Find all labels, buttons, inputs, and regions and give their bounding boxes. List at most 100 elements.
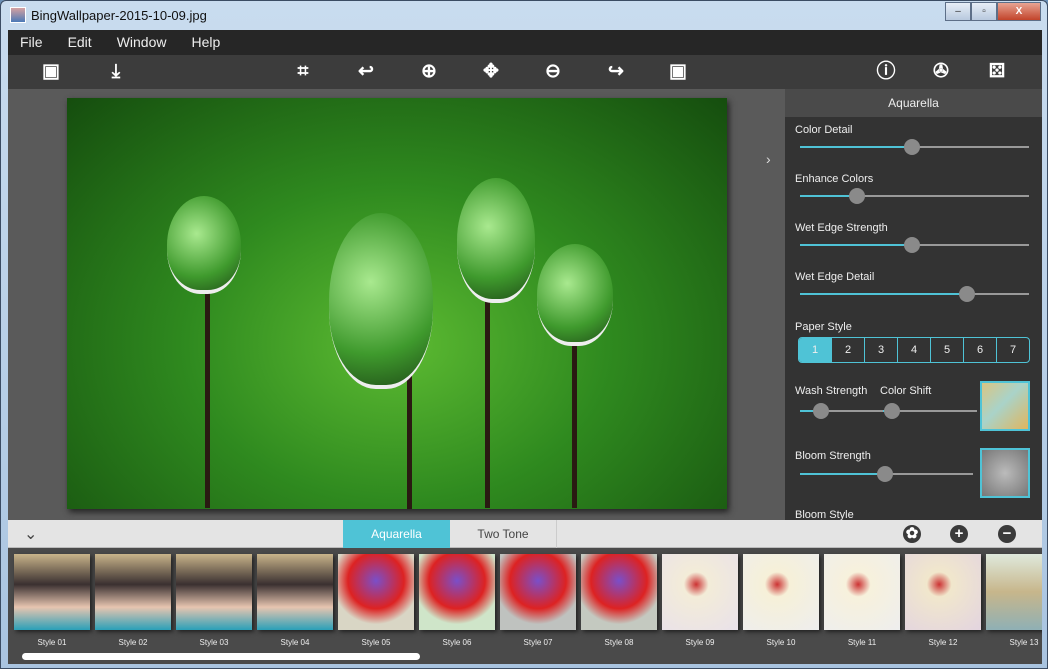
styles-bar: ⌄ Aquarella Two Tone ✿ + −	[8, 520, 1042, 548]
menu-window[interactable]: Window	[117, 30, 167, 55]
bloom-strength-slider[interactable]	[800, 466, 973, 482]
thumbnail-scrollbar[interactable]	[22, 653, 420, 660]
style-thumbnail[interactable]	[419, 554, 495, 630]
open-image-icon[interactable]: ▣	[38, 59, 64, 85]
palette-button[interactable]: ✿	[903, 525, 921, 543]
style-thumbnail[interactable]	[986, 554, 1042, 630]
menu-help[interactable]: Help	[191, 30, 220, 55]
style-thumbnail-label: Style 12	[928, 638, 958, 647]
window-title: BingWallpaper-2015-10-09.jpg	[31, 8, 207, 23]
settings-panel: Aquarella Color Detail Enhance Colors Wet …	[785, 89, 1042, 521]
paper-style-option[interactable]: 3	[864, 338, 897, 362]
maximize-button[interactable]: ▫	[971, 2, 997, 21]
zoom-out-icon[interactable]: ⊖	[540, 59, 566, 85]
paper-style-option[interactable]: 2	[831, 338, 864, 362]
menu-file[interactable]: File	[20, 30, 43, 55]
style-thumbnail[interactable]	[257, 554, 333, 630]
collapse-icon[interactable]: ⌄	[24, 524, 37, 544]
minimize-button[interactable]: ‒	[945, 2, 971, 21]
slider-handle[interactable]	[904, 139, 921, 155]
style-thumbnail[interactable]	[743, 554, 819, 630]
style-thumbnail-label: Style 06	[442, 638, 472, 647]
style-thumbnails: Style 01 Style 02 Style 03 Style 04 Style 05…	[8, 548, 1042, 664]
rotate-left-icon[interactable]: ↩	[353, 59, 379, 85]
style-thumbnail-label: Style 07	[523, 638, 553, 647]
style-thumbnail[interactable]	[581, 554, 657, 630]
paper-style-option[interactable]: 1	[799, 338, 831, 362]
bloom-texture-swatch[interactable]	[980, 448, 1030, 498]
enhance-colors-slider[interactable]	[800, 188, 1029, 204]
app-icon	[10, 7, 26, 23]
slider-fill	[800, 293, 968, 295]
wash-texture-swatch[interactable]	[980, 381, 1030, 431]
image-preview	[67, 98, 727, 509]
app-window: BingWallpaper-2015-10-09.jpg ‒ ▫ X File …	[0, 0, 1048, 669]
style-thumbnail[interactable]	[824, 554, 900, 630]
panel-toggle-icon[interactable]: ›	[766, 151, 771, 167]
paper-style-option[interactable]: 7	[996, 338, 1029, 362]
paper-style-option[interactable]: 6	[963, 338, 996, 362]
add-style-button[interactable]: +	[950, 525, 968, 543]
style-thumbnail-label: Style 01	[37, 638, 67, 647]
dice-icon[interactable]: ⚄	[984, 59, 1010, 85]
wet-edge-strength-slider[interactable]	[800, 237, 1029, 253]
slider-handle[interactable]	[959, 286, 976, 302]
slider-handle[interactable]	[876, 466, 893, 482]
style-thumbnail[interactable]	[14, 554, 90, 630]
info-icon[interactable]: ⓘ	[873, 59, 899, 85]
panel-title: Aquarella	[785, 89, 1042, 117]
tab-aquarella[interactable]: Aquarella	[343, 520, 450, 548]
remove-style-button[interactable]: −	[998, 525, 1016, 543]
menu-edit[interactable]: Edit	[68, 30, 92, 55]
wash-strength-label: Wash Strength	[795, 385, 868, 397]
bloom-strength-label: Bloom Strength	[795, 450, 871, 462]
color-shift-slider[interactable]	[883, 403, 977, 419]
style-thumbnail-label: Style 10	[766, 638, 796, 647]
paper-style-label: Paper Style	[795, 321, 852, 333]
style-thumbnail-label: Style 09	[685, 638, 715, 647]
paper-style-option[interactable]: 4	[897, 338, 930, 362]
save-icon[interactable]: ⤓	[103, 59, 129, 85]
wet-edge-detail-slider[interactable]	[800, 286, 1029, 302]
style-thumbnail-label: Style 08	[604, 638, 634, 647]
slider-label: Color Detail	[795, 124, 853, 136]
slider-handle[interactable]	[904, 237, 921, 253]
slider-label: Wet Edge Strength	[795, 222, 888, 234]
style-thumbnail-label: Style 04	[280, 638, 310, 647]
settings-icon[interactable]: ✇	[928, 59, 954, 85]
tab-two-tone[interactable]: Two Tone	[450, 520, 557, 548]
slider-handle[interactable]	[884, 403, 901, 419]
crop-icon[interactable]: ⌗	[290, 59, 316, 85]
slider-handle[interactable]	[849, 188, 866, 204]
wash-strength-slider[interactable]	[800, 403, 883, 419]
rotate-right-icon[interactable]: ↪	[603, 59, 629, 85]
toolbar: ▣ ⤓ ⌗ ↩ ⊕ ✥ ⊖ ↪ ▣ ⓘ ✇ ⚄	[8, 55, 1042, 89]
style-thumbnail[interactable]	[338, 554, 414, 630]
close-button[interactable]: X	[997, 2, 1041, 21]
move-icon[interactable]: ✥	[478, 59, 504, 85]
style-thumbnail-label: Style 02	[118, 638, 148, 647]
style-thumbnail-label: Style 05	[361, 638, 391, 647]
style-thumbnail[interactable]	[500, 554, 576, 630]
style-thumbnail-label: Style 13	[1009, 638, 1039, 647]
image-canvas[interactable]: ›	[8, 89, 785, 520]
slider-label: Wet Edge Detail	[795, 271, 875, 283]
style-thumbnail[interactable]	[662, 554, 738, 630]
style-thumbnail[interactable]	[95, 554, 171, 630]
paper-style-option[interactable]: 5	[930, 338, 963, 362]
slider-label: Enhance Colors	[795, 173, 874, 185]
slider-fill	[800, 146, 913, 148]
paper-style-selector: 1234567	[798, 337, 1030, 363]
slider-fill	[800, 244, 913, 246]
menu-bar: File Edit Window Help	[8, 30, 1042, 55]
style-thumbnail[interactable]	[176, 554, 252, 630]
fit-image-icon[interactable]: ▣	[665, 59, 691, 85]
color-shift-label: Color Shift	[880, 385, 932, 397]
slider-fill	[800, 473, 885, 475]
title-bar: BingWallpaper-2015-10-09.jpg ‒ ▫ X	[1, 1, 1047, 29]
slider-handle[interactable]	[812, 403, 829, 419]
style-thumbnail-label: Style 03	[199, 638, 229, 647]
style-thumbnail[interactable]	[905, 554, 981, 630]
color-detail-slider[interactable]	[800, 139, 1029, 155]
zoom-in-icon[interactable]: ⊕	[416, 59, 442, 85]
